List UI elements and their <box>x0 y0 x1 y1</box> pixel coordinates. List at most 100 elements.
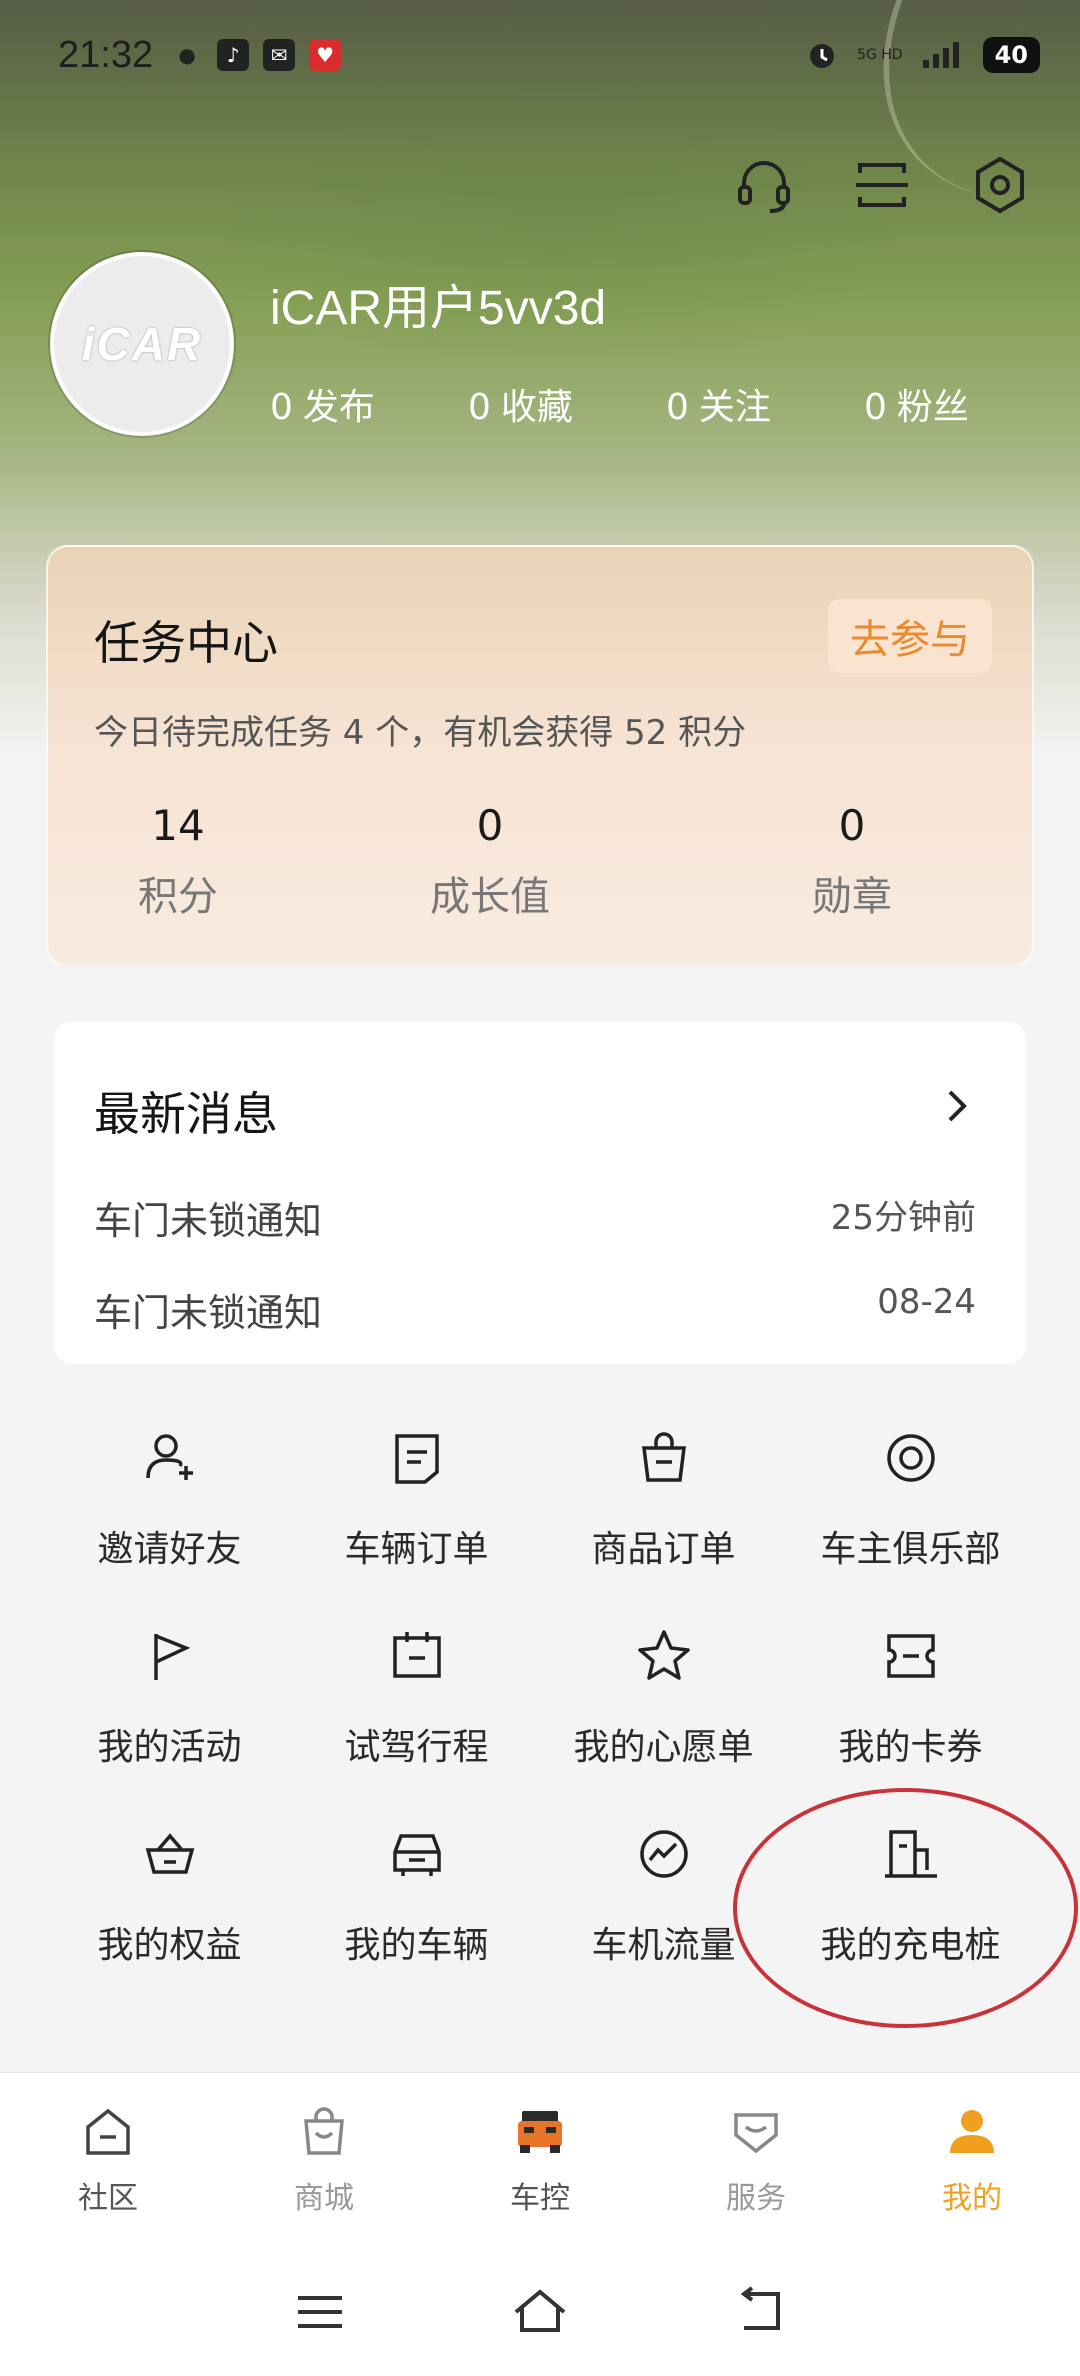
tab-shop[interactable]: 商城 <box>216 2073 432 2248</box>
stat-fans-label: 粉丝 <box>896 387 969 428</box>
home-icon[interactable] <box>510 2282 570 2342</box>
network-label: 5G HD <box>857 47 903 63</box>
menu-label: 我的活动 <box>97 1727 242 1768</box>
tab-label: 社区 <box>78 2181 138 2216</box>
settings-gear-icon[interactable] <box>970 155 1030 215</box>
profile-person-icon <box>950 2110 994 2153</box>
mail-icon: ✉ <box>263 39 296 71</box>
avatar[interactable]: iCAR <box>50 252 234 436</box>
menu-label: 我的卡券 <box>838 1727 983 1768</box>
notification-icons: ● ♪ ✉ ♥ <box>171 39 342 71</box>
scan-icon[interactable] <box>852 155 912 215</box>
stat-following-label: 关注 <box>698 387 771 428</box>
invite-friend-icon <box>145 1434 193 1480</box>
menu-my-benefits[interactable]: 我的权益 <box>46 1816 293 2014</box>
owner-club-icon <box>886 1434 935 1482</box>
menu-label: 车机流量 <box>591 1925 736 1966</box>
tab-car-control[interactable]: 车控 <box>432 2073 648 2248</box>
menu-icon[interactable] <box>290 2282 350 2342</box>
crown-basket-icon <box>145 1833 194 1874</box>
product-order-icon <box>641 1432 686 1482</box>
stat-posts[interactable]: 0 发布 <box>270 378 468 430</box>
back-icon[interactable] <box>730 2282 790 2342</box>
car-control-icon <box>518 2111 562 2153</box>
service-icon <box>734 2113 778 2154</box>
wechat-icon: ● <box>178 43 196 67</box>
menu-label: 车主俱乐部 <box>820 1529 1001 1570</box>
menu-product-orders[interactable]: 商品订单 <box>540 1420 787 1618</box>
growth-stat[interactable]: 0 成长值 <box>308 801 672 922</box>
message-text: 车门未锁通知 <box>94 1291 323 1335</box>
battery-level: 40 <box>982 37 1040 73</box>
flag-icon <box>153 1634 190 1680</box>
task-center-title: 任务中心 <box>94 616 278 670</box>
highlight-annotation-circle <box>733 1788 1078 2028</box>
system-navigation-bar <box>0 2248 1080 2376</box>
tab-mine[interactable]: 我的 <box>864 2073 1080 2248</box>
latest-messages-card[interactable]: 最新消息 车门未锁通知 25分钟前 车门未锁通知 08-24 <box>54 1022 1026 1364</box>
menu-label: 我的权益 <box>97 1925 242 1966</box>
community-icon <box>86 2108 130 2155</box>
menu-owner-club[interactable]: 车主俱乐部 <box>787 1420 1034 1618</box>
growth-label: 成长值 <box>430 874 550 920</box>
data-flow-icon <box>639 1830 688 1878</box>
message-item[interactable]: 车门未锁通知 25分钟前 <box>94 1190 976 1245</box>
points-label: 积分 <box>138 874 218 920</box>
points-stat[interactable]: 14 积分 <box>48 801 308 922</box>
menu-wishlist[interactable]: 我的心愿单 <box>540 1618 787 1816</box>
stat-favorites-label: 收藏 <box>500 387 573 428</box>
tab-label: 车控 <box>510 2181 570 2216</box>
status-bar: 21:32 ● ♪ ✉ ♥ 5G HD 40 <box>58 30 1040 80</box>
star-icon <box>637 1630 690 1680</box>
stat-fans[interactable]: 0 粉丝 <box>864 378 1062 430</box>
chevron-right-icon[interactable] <box>940 1084 974 1128</box>
tab-label: 商城 <box>294 2181 354 2216</box>
menu-my-activities[interactable]: 我的活动 <box>46 1618 293 1816</box>
tab-service[interactable]: 服务 <box>648 2073 864 2248</box>
stat-favorites-count: 0 <box>468 387 491 428</box>
growth-value: 0 <box>476 801 504 850</box>
profile-stats: 0 发布 0 收藏 0 关注 0 粉丝 <box>270 378 1062 430</box>
task-stats: 14 积分 0 成长值 0 勋章 <box>48 801 1032 922</box>
stat-posts-count: 0 <box>270 387 293 428</box>
message-item[interactable]: 车门未锁通知 08-24 <box>94 1282 976 1337</box>
customer-service-headset-icon[interactable] <box>734 155 794 215</box>
menu-label: 邀请好友 <box>97 1529 242 1570</box>
medal-stat[interactable]: 0 勋章 <box>672 801 1032 922</box>
points-value: 14 <box>151 801 205 850</box>
menu-vehicle-orders[interactable]: 车辆订单 <box>293 1420 540 1618</box>
tab-community[interactable]: 社区 <box>0 2073 216 2248</box>
stat-posts-label: 发布 <box>302 387 375 428</box>
message-time: 08-24 <box>877 1282 976 1322</box>
join-task-button[interactable]: 去参与 <box>828 599 992 673</box>
task-description: 今日待完成任务 4 个，有机会获得 52 积分 <box>94 713 747 753</box>
vehicle-order-icon <box>394 1434 439 1484</box>
menu-label: 商品订单 <box>591 1529 736 1570</box>
stat-fans-count: 0 <box>864 387 887 428</box>
menu-test-drive[interactable]: 试驾行程 <box>293 1618 540 1816</box>
alarm-icon <box>810 44 835 68</box>
status-right: 5G HD 40 <box>805 37 1040 73</box>
coupon-icon <box>886 1634 935 1678</box>
menu-coupons[interactable]: 我的卡券 <box>787 1618 1034 1816</box>
stat-favorites[interactable]: 0 收藏 <box>468 378 666 430</box>
bottom-navigation: 社区 商城 车控 服务 我的 <box>0 2072 1080 2248</box>
menu-invite-friends[interactable]: 邀请好友 <box>46 1420 293 1618</box>
latest-messages-title: 最新消息 <box>94 1087 278 1141</box>
menu-label: 我的车辆 <box>344 1925 489 1966</box>
shop-bag-icon <box>304 2107 344 2155</box>
medal-value: 0 <box>838 801 866 850</box>
message-text: 车门未锁通知 <box>94 1199 323 1243</box>
tiktok-icon: ♪ <box>217 39 250 71</box>
stat-following[interactable]: 0 关注 <box>666 378 864 430</box>
message-time: 25分钟前 <box>830 1198 976 1238</box>
calendar-icon <box>392 1632 441 1678</box>
menu-label: 车辆订单 <box>344 1529 489 1570</box>
medal-label: 勋章 <box>812 874 892 920</box>
menu-label: 试驾行程 <box>344 1727 489 1768</box>
status-time: 21:32 <box>58 33 154 76</box>
signal-icon <box>922 42 959 68</box>
menu-label: 我的心愿单 <box>573 1727 754 1768</box>
menu-my-vehicles[interactable]: 我的车辆 <box>293 1816 540 2014</box>
username[interactable]: iCAR用户5vv3d <box>270 268 606 338</box>
